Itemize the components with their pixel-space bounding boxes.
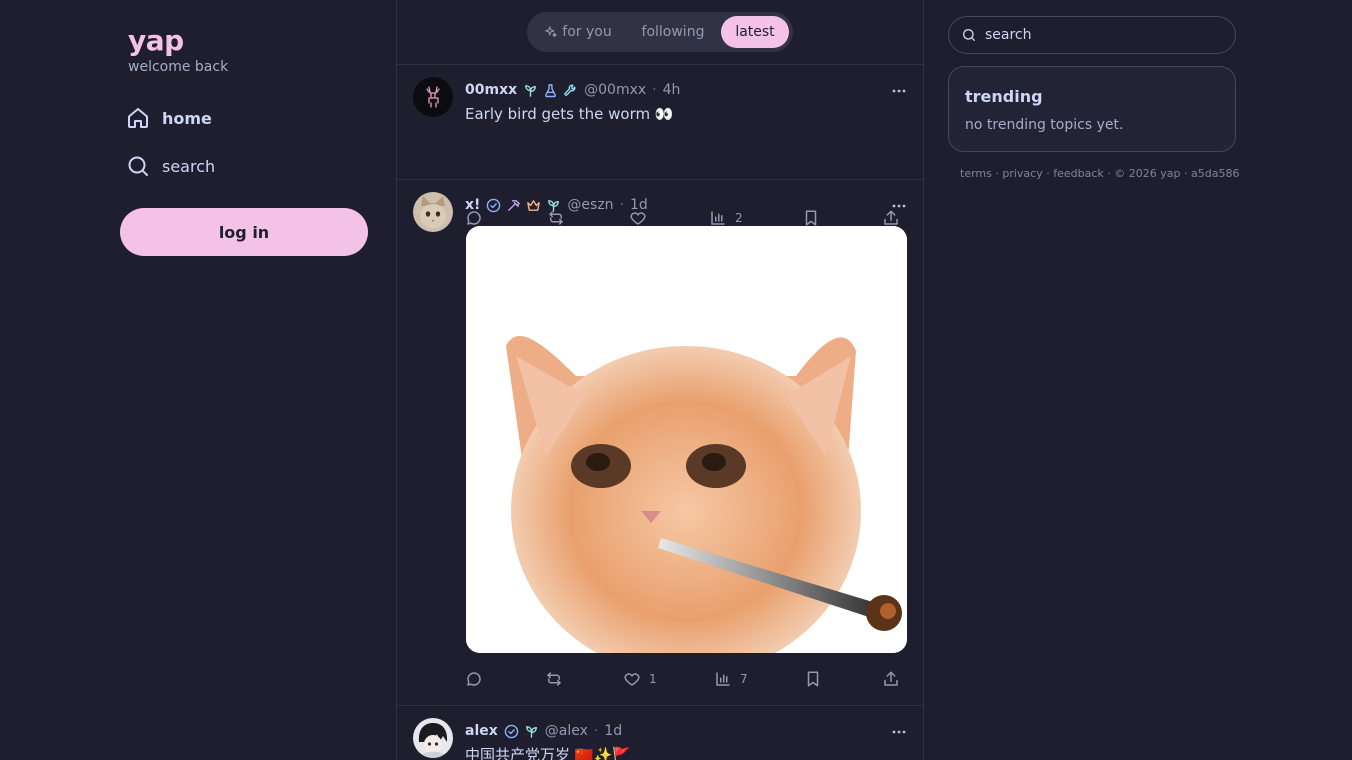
- like-button[interactable]: 1: [623, 667, 657, 691]
- tab-label: latest: [735, 24, 775, 40]
- privacy-link[interactable]: privacy: [1002, 167, 1042, 180]
- more-options-icon[interactable]: [891, 724, 907, 740]
- deer-avatar-icon: [413, 77, 453, 117]
- hammer-icon: [506, 198, 521, 213]
- post-text: 中国共产党万岁 🇨🇳✨🚩: [465, 746, 631, 760]
- cat-avatar-icon: [413, 192, 453, 232]
- kitten-cigarette-image: [466, 226, 907, 653]
- share-button[interactable]: [882, 667, 900, 691]
- app-root: yap welcome back home search log in for …: [0, 0, 1352, 760]
- crown-icon: [526, 198, 541, 213]
- sprout-icon: [524, 724, 539, 739]
- avatar[interactable]: [413, 718, 453, 758]
- reply-icon: [467, 672, 481, 686]
- nav-item-label: home: [162, 108, 212, 128]
- feed-header: for you following latest: [397, 0, 923, 65]
- flask-icon: [543, 83, 558, 98]
- more-options-icon[interactable]: [891, 198, 907, 214]
- author-name[interactable]: 00mxx: [465, 82, 517, 98]
- tab-latest[interactable]: latest: [721, 16, 789, 48]
- post-text: Early bird gets the worm 👀: [465, 105, 674, 123]
- share-icon: [884, 671, 898, 686]
- sprout-icon: [523, 83, 538, 98]
- tab-label: for you: [562, 24, 612, 40]
- author-handle[interactable]: @00mxx: [584, 82, 646, 98]
- bar-chart-icon: [716, 672, 730, 686]
- post-header: x! @eszn · 1d: [465, 195, 648, 215]
- tab-for-you[interactable]: for you: [531, 16, 625, 48]
- reply-button[interactable]: [465, 667, 491, 691]
- repost-button[interactable]: [545, 667, 571, 691]
- search-box[interactable]: [948, 16, 1236, 54]
- separator-dot: ·: [619, 197, 625, 213]
- separator-dot: ·: [652, 82, 657, 98]
- tab-label: following: [641, 24, 705, 40]
- bookmark-icon: [807, 671, 819, 687]
- author-name[interactable]: x!: [465, 197, 480, 213]
- post-image[interactable]: [466, 226, 907, 653]
- sparkles-icon: [545, 26, 558, 38]
- post-header: alex @alex · 1d: [465, 721, 622, 741]
- author-handle[interactable]: @alex: [545, 723, 588, 739]
- nav-item-home[interactable]: home: [126, 100, 212, 136]
- trending-title: trending: [965, 87, 1043, 106]
- wrench-icon: [563, 83, 578, 98]
- footer: terms · privacy · feedback · © 2026 yap …: [960, 167, 1240, 180]
- avatar[interactable]: [413, 77, 453, 117]
- search-input[interactable]: [985, 27, 1215, 43]
- login-button[interactable]: log in: [120, 208, 368, 256]
- feedback-link[interactable]: feedback: [1053, 167, 1104, 180]
- anime-avatar-icon: [413, 718, 453, 758]
- like-count: 1: [649, 672, 657, 686]
- copyright-text: © 2026 yap: [1114, 167, 1181, 180]
- post[interactable]: alex @alex · 1d 中国共产党万岁 🇨🇳✨🚩: [397, 706, 923, 760]
- post-time: 1d: [630, 197, 648, 213]
- trending-empty-message: no trending topics yet.: [965, 117, 1124, 133]
- post[interactable]: x! @eszn · 1d 1 7: [397, 180, 923, 706]
- search-icon: [128, 156, 148, 176]
- avatar[interactable]: [413, 192, 453, 232]
- views-button[interactable]: 7: [714, 667, 748, 691]
- feed-tabs: for you following latest: [527, 12, 793, 52]
- sprout-icon: [546, 198, 561, 213]
- main-feed: for you following latest 00mxx @00mxx · …: [396, 0, 924, 760]
- post[interactable]: 00mxx @00mxx · 4h Early bird gets the wo…: [397, 65, 923, 226]
- post-time: 1d: [604, 723, 623, 739]
- terms-link[interactable]: terms: [960, 167, 992, 180]
- welcome-tagline: welcome back: [128, 59, 229, 75]
- app-logo[interactable]: yap: [128, 24, 184, 57]
- verified-icon: [504, 724, 519, 739]
- nav-item-label: search: [162, 156, 216, 176]
- views-count: 7: [740, 672, 748, 686]
- heart-icon: [624, 673, 640, 686]
- tab-following[interactable]: following: [625, 16, 721, 48]
- post-actions: 1 7: [465, 667, 909, 691]
- version-text: a5da586: [1191, 167, 1240, 180]
- repost-icon: [547, 672, 561, 686]
- nav-item-search[interactable]: search: [126, 148, 215, 184]
- separator-dot: ·: [593, 723, 599, 739]
- bookmark-button[interactable]: [804, 667, 822, 691]
- author-handle[interactable]: @eszn: [567, 197, 613, 213]
- author-name[interactable]: alex: [465, 723, 498, 739]
- home-icon: [128, 108, 148, 128]
- verified-icon: [486, 198, 501, 213]
- post-header: 00mxx @00mxx · 4h: [465, 80, 680, 100]
- post-time: 4h: [662, 82, 681, 98]
- trending-panel: trending no trending topics yet.: [948, 66, 1236, 152]
- search-icon: [963, 29, 975, 41]
- more-options-icon[interactable]: [891, 83, 907, 99]
